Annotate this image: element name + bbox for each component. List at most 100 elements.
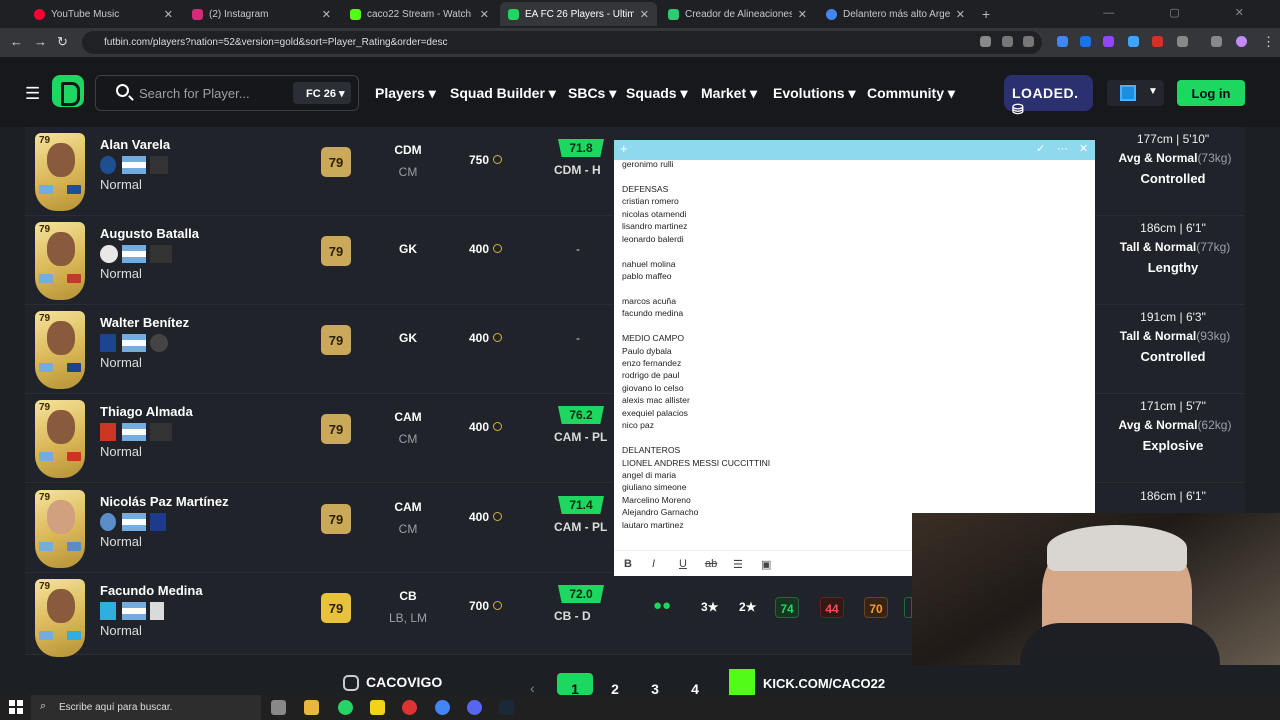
- lineup-icon: [668, 8, 679, 20]
- futbin-logo[interactable]: [52, 75, 84, 107]
- nav-players[interactable]: Players ▾: [375, 85, 436, 102]
- height: 186cm | 6'1": [1140, 489, 1206, 503]
- window-controls[interactable]: — ▢ ✕: [1103, 6, 1270, 19]
- translate-icon[interactable]: [980, 36, 991, 47]
- nav-market[interactable]: Market ▾: [701, 85, 757, 102]
- notes-text-area[interactable]: geronimo rulli DEFENSAS cristian romero …: [622, 158, 1082, 531]
- nav-community[interactable]: Community ▾: [867, 85, 955, 102]
- discord-icon[interactable]: [467, 700, 482, 715]
- italic-button[interactable]: I: [652, 558, 655, 570]
- reload-icon[interactable]: ↻: [57, 34, 68, 50]
- tab-instagram[interactable]: (2) Instagram ✕: [184, 2, 339, 26]
- note-line: giovano lo celso: [622, 382, 684, 393]
- nav-squads[interactable]: Squads ▾: [626, 85, 688, 102]
- taskbar-search-input[interactable]: ⌕ Escribe aquí para buscar.: [31, 695, 261, 720]
- close-icon[interactable]: ✕: [798, 8, 807, 21]
- windows-start-icon[interactable]: [9, 700, 23, 714]
- login-button[interactable]: Log in: [1177, 80, 1245, 106]
- chrome-icon[interactable]: [435, 700, 450, 715]
- page-3-button[interactable]: 3: [637, 673, 673, 697]
- kick-url: KICK.COM/CACO22: [763, 676, 886, 691]
- player-card[interactable]: 79: [35, 579, 85, 657]
- prev-page-button[interactable]: ‹: [530, 680, 535, 696]
- extension-icon[interactable]: [1128, 36, 1139, 47]
- tab-lineup-creator[interactable]: Creador de Alineaciones - Form✕: [660, 2, 815, 26]
- underline-button[interactable]: U: [679, 558, 687, 570]
- new-tab-button[interactable]: +: [982, 6, 990, 22]
- league-badge-icon: [150, 156, 168, 174]
- gg-position: CAM - PL: [554, 520, 608, 534]
- nav-sbcs[interactable]: SBCs ▾: [568, 85, 616, 102]
- back-icon[interactable]: ←: [10, 34, 23, 49]
- bold-button[interactable]: B: [624, 558, 632, 570]
- image-icon[interactable]: ▣: [761, 558, 771, 571]
- gg-position: -: [576, 242, 580, 256]
- player-photo: [47, 143, 75, 177]
- profile-avatar[interactable]: [1236, 36, 1247, 47]
- page-4-button[interactable]: 4: [677, 673, 713, 697]
- forward-icon[interactable]: →: [34, 34, 47, 49]
- player-card[interactable]: 79: [35, 490, 85, 568]
- page-1-button[interactable]: 1: [557, 673, 593, 697]
- sticky-notes-window[interactable]: + ✓ ⋯ ✕ geronimo rulli DEFENSAS cristian…: [614, 140, 1095, 576]
- position: CAM: [394, 410, 422, 424]
- flag-icon: [39, 631, 53, 640]
- platform-select[interactable]: ▼: [1107, 80, 1164, 106]
- extension-icon[interactable]: [1057, 36, 1068, 47]
- extension-icon[interactable]: [1152, 36, 1163, 47]
- close-icon[interactable]: ✕: [322, 8, 331, 21]
- extensions-puzzle-icon[interactable]: [1177, 36, 1188, 47]
- note-line: lisandro martinez: [622, 221, 688, 232]
- tab-google-search[interactable]: Delantero más alto Argentina✕: [818, 2, 973, 26]
- player-card[interactable]: 79: [35, 133, 85, 211]
- menu-icon[interactable]: ⋮: [1262, 34, 1275, 50]
- coin-icon: [493, 422, 503, 431]
- more-icon[interactable]: ⋯: [1057, 142, 1068, 155]
- page-2-button[interactable]: 2: [597, 673, 633, 697]
- player-card[interactable]: 79: [35, 311, 85, 389]
- steam-icon[interactable]: [499, 700, 514, 715]
- argentina-flag-icon: [122, 156, 146, 174]
- coin-icon: [493, 244, 503, 253]
- zoom-icon[interactable]: [1002, 36, 1013, 47]
- strikethrough-button[interactable]: ab: [705, 558, 717, 570]
- tab-kick-stream[interactable]: caco22 Stream - Watch Live on✕: [342, 2, 497, 26]
- note-line: alexis mac allister: [622, 395, 690, 406]
- extension-icon[interactable]: [1080, 36, 1091, 47]
- whatsapp-icon[interactable]: [338, 700, 353, 715]
- note-line: Paulo dybala: [622, 345, 672, 356]
- rating-badge: 79: [321, 325, 351, 355]
- check-icon[interactable]: ✓: [1036, 142, 1045, 155]
- nav-squad-builder[interactable]: Squad Builder ▾: [450, 85, 556, 102]
- add-note-icon[interactable]: +: [620, 141, 628, 156]
- loaded-button[interactable]: LOADED. ⛁: [1004, 75, 1093, 117]
- player-photo: [47, 500, 75, 534]
- close-icon[interactable]: ✕: [640, 8, 649, 21]
- gg-rating: 71.4: [558, 496, 604, 514]
- body-type: Tall & Normal(77kg): [1119, 240, 1231, 254]
- close-icon[interactable]: ✕: [480, 8, 489, 21]
- close-icon[interactable]: ✕: [956, 8, 965, 21]
- file-explorer-icon[interactable]: [304, 700, 319, 715]
- close-icon[interactable]: ✕: [1079, 142, 1088, 155]
- player-card[interactable]: 79: [35, 400, 85, 478]
- close-icon[interactable]: ✕: [164, 8, 173, 21]
- tab-futbin[interactable]: EA FC 26 Players - Ultimate Tea✕: [500, 2, 657, 26]
- notes-titlebar[interactable]: + ✓ ⋯ ✕: [614, 140, 1095, 160]
- chevron-down-icon: ▼: [1148, 86, 1158, 97]
- player-card[interactable]: 79: [35, 222, 85, 300]
- hamburger-icon[interactable]: ☰: [25, 84, 40, 104]
- sticky-notes-icon[interactable]: [370, 700, 385, 715]
- tab-youtube-music[interactable]: YouTube Music ✕: [26, 2, 181, 26]
- game-version-select[interactable]: FC 26 ▾: [293, 82, 351, 104]
- url-field[interactable]: futbin.com/players?nation=52&version=gol…: [82, 31, 1042, 54]
- position: GK: [399, 242, 417, 256]
- list-icon[interactable]: ☰: [733, 558, 743, 571]
- extension-icon[interactable]: [1103, 36, 1114, 47]
- nav-evolutions[interactable]: Evolutions ▾: [773, 85, 855, 102]
- bookmark-star-icon[interactable]: [1023, 36, 1034, 47]
- app-icon[interactable]: [402, 700, 417, 715]
- tab-search-icon[interactable]: [1211, 36, 1222, 47]
- player-photo: [47, 410, 75, 444]
- task-view-icon[interactable]: [271, 700, 286, 715]
